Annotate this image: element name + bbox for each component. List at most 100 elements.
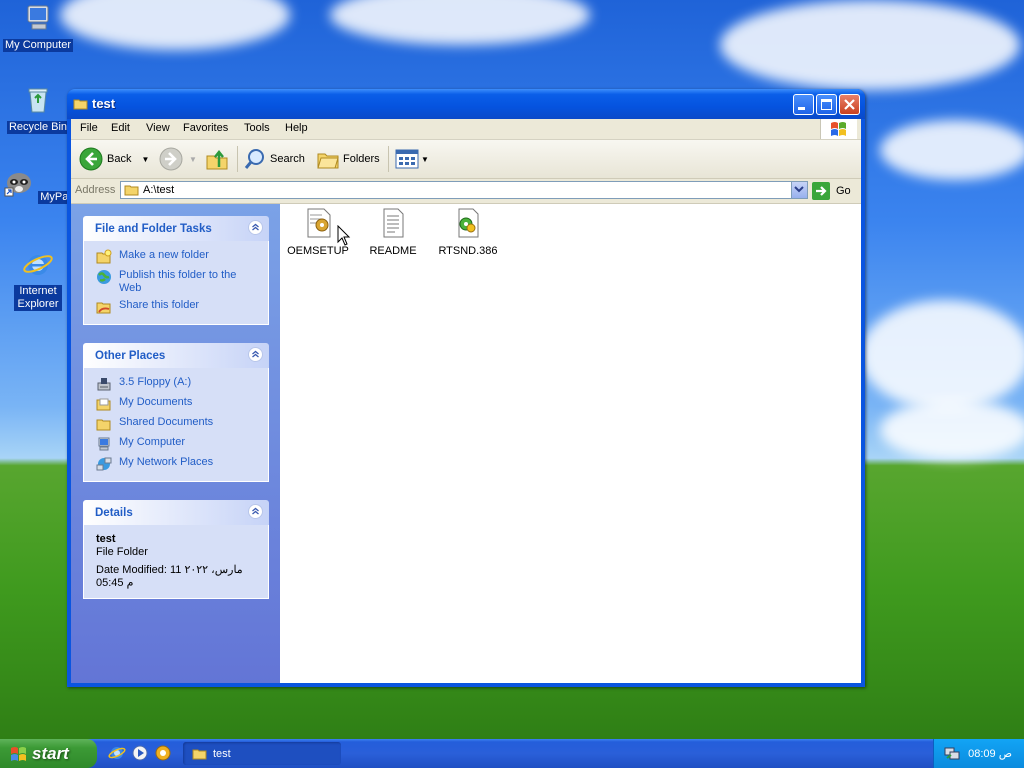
folder-icon [96, 419, 111, 431]
collapse-button[interactable] [248, 504, 263, 519]
collapse-button[interactable] [248, 220, 263, 235]
chevron-up-icon [252, 223, 259, 231]
desktop-icon-internet-explorer[interactable]: Internet Explorer [2, 248, 74, 311]
task-label: Publish this folder to the Web [119, 269, 237, 294]
details-modified-time: 05:45 م [96, 577, 134, 589]
maximize-icon [821, 99, 832, 110]
up-folder-button[interactable] [205, 146, 229, 172]
details-name: test [96, 533, 116, 545]
forward-arrow-icon [159, 147, 183, 171]
address-label: Address [75, 184, 116, 196]
panel-title: Other Places [95, 350, 166, 362]
start-button[interactable]: start [0, 739, 97, 768]
setup-info-file-icon [307, 208, 331, 238]
address-dropdown-button[interactable] [791, 182, 807, 198]
taskbar-window-test[interactable]: test [183, 742, 341, 765]
views-icon [395, 149, 419, 169]
file-item-readme[interactable]: README [353, 207, 433, 257]
desktop-icon-label: My Computer [2, 39, 74, 52]
computer-icon [27, 5, 49, 30]
place-shared-documents[interactable]: Shared Documents [84, 414, 268, 434]
go-arrow-icon [812, 182, 830, 200]
menu-favorites[interactable]: Favorites [183, 122, 228, 134]
minimize-button[interactable] [793, 94, 814, 115]
task-publish-folder[interactable]: Publish this folder to the Web [84, 267, 268, 297]
place-label: My Documents [119, 396, 193, 408]
recycle-bin-icon [28, 88, 48, 113]
task-make-new-folder[interactable]: Make a new folder [84, 247, 268, 267]
file-list-view[interactable]: OEMSETUP README RTSND.386 [280, 204, 861, 683]
search-button[interactable]: Search [243, 146, 305, 172]
address-input[interactable]: A:\test [120, 181, 808, 199]
details-panel: Details test File Folder Date Modified: … [83, 500, 269, 599]
place-my-network-places[interactable]: My Network Places [84, 454, 268, 474]
panel-header[interactable]: Other Places [83, 343, 269, 368]
panel-body: Make a new folder Publish this folder to… [83, 241, 269, 325]
desktop-icon-recycle-bin[interactable]: Recycle Bin [2, 84, 74, 134]
search-label: Search [270, 153, 305, 165]
toolbar-separator [237, 146, 238, 172]
file-folder-tasks-panel: File and Folder Tasks Make a new folder … [83, 216, 269, 325]
forward-button[interactable]: ▼ [159, 146, 197, 172]
back-arrow-icon [79, 147, 103, 171]
panel-body: 3.5 Floppy (A:) My Documents Shared Docu… [83, 368, 269, 482]
desktop-icon-my-computer[interactable]: My Computer [2, 2, 74, 52]
back-button[interactable]: Back ▼ [79, 146, 149, 172]
window-body: File Edit View Favorites Tools Help Back… [71, 119, 861, 683]
collapse-button[interactable] [248, 347, 263, 362]
media-player-icon[interactable] [131, 744, 149, 762]
internet-explorer-icon[interactable] [108, 744, 126, 762]
task-share-folder[interactable]: Share this folder [84, 297, 268, 317]
maximize-button[interactable] [816, 94, 837, 115]
menu-tools[interactable]: Tools [244, 122, 270, 134]
globe-icon [97, 270, 111, 284]
taskbar-window-label: test [213, 747, 231, 760]
explorer-window: test File Edit View Favorites Tools Help… [67, 89, 865, 687]
panel-header[interactable]: Details [83, 500, 269, 525]
search-icon [244, 149, 264, 169]
place-my-documents[interactable]: My Documents [84, 394, 268, 414]
network-tray-icon[interactable] [944, 745, 960, 761]
up-folder-icon [206, 149, 228, 170]
raccoon-icon [4, 173, 32, 197]
chevron-down-icon: ▼ [189, 154, 197, 164]
details-type: File Folder [96, 546, 148, 558]
address-bar: Address A:\test Go [71, 179, 861, 204]
windows-flag-icon [11, 747, 26, 761]
folder-icon [73, 99, 88, 110]
task-label: Share this folder [119, 299, 200, 311]
address-value: A:\test [143, 184, 175, 196]
menu-edit[interactable]: Edit [111, 122, 130, 134]
panel-header[interactable]: File and Folder Tasks [83, 216, 269, 241]
network-icon [96, 457, 112, 471]
place-label: 3.5 Floppy (A:) [119, 376, 192, 388]
views-button[interactable]: ▼ [395, 146, 429, 172]
folders-label: Folders [343, 153, 380, 165]
menu-help[interactable]: Help [285, 122, 308, 134]
task-pane: File and Folder Tasks Make a new folder … [71, 204, 280, 683]
other-places-panel: Other Places 3.5 Floppy (A:) My Document… [83, 343, 269, 482]
go-button[interactable]: Go [812, 181, 851, 201]
show-desktop-icon[interactable] [154, 744, 172, 762]
place-my-computer[interactable]: My Computer [84, 434, 268, 454]
chevron-down-icon[interactable]: ▼ [141, 155, 149, 164]
system-file-icon [458, 208, 479, 238]
toolbar-separator [388, 146, 389, 172]
desktop-icon-label: Internet Explorer [14, 285, 62, 311]
chevron-down-icon [794, 186, 804, 193]
menu-view[interactable]: View [146, 122, 170, 134]
chevron-up-icon [252, 350, 259, 358]
title-bar[interactable]: test [67, 89, 865, 119]
folders-button[interactable]: Folders [316, 146, 380, 172]
folder-icon [96, 398, 111, 411]
desktop-icon-mypal[interactable]: MyPal [2, 166, 74, 204]
clock[interactable]: 08:09 ص [968, 747, 1012, 760]
text-document-icon [383, 208, 404, 238]
folder-icon [124, 185, 139, 196]
place-floppy[interactable]: 3.5 Floppy (A:) [84, 374, 268, 394]
menu-file[interactable]: File [80, 122, 98, 134]
close-button[interactable] [839, 94, 860, 115]
file-item-rtsnd[interactable]: RTSND.386 [428, 207, 508, 257]
folders-icon [317, 153, 339, 169]
new-folder-icon [96, 249, 112, 264]
